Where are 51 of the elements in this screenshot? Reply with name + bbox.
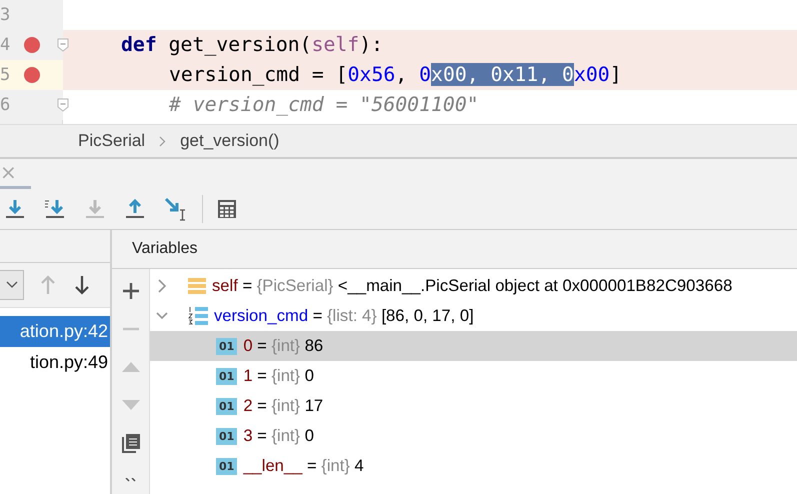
next-frame-button[interactable] — [72, 275, 92, 295]
breakpoint-icon[interactable] — [24, 37, 40, 53]
cursor-arrow-icon — [164, 197, 188, 221]
variable-entry: self = {PicSerial} <__main__.PicSerial object at 0x000001B82C903668 — [212, 276, 732, 296]
calculator-icon — [217, 199, 237, 219]
triangle-down-icon — [122, 400, 140, 410]
minus-icon — [122, 327, 138, 331]
chevron-icon — [159, 136, 166, 146]
code-line: def get_version(self): — [120, 32, 384, 58]
breadcrumb-item[interactable]: PicSerial — [78, 131, 146, 151]
copy-icon — [122, 434, 140, 452]
variable-entry: 0 = {int} 86 — [243, 336, 324, 356]
thread-dropdown[interactable] — [0, 270, 24, 300]
add-button[interactable] — [120, 281, 140, 301]
breadcrumb-item[interactable]: get_version() — [180, 131, 280, 151]
number-badge: 01 — [216, 368, 238, 384]
panel-title: Variables — [132, 240, 198, 258]
variable-entry: __len__ = {int} 4 — [243, 456, 364, 476]
variable-entry: 2 = {int} 17 — [243, 396, 324, 416]
chevron-right-icon[interactable] — [156, 279, 168, 293]
stack-frame[interactable]: tion.py:49 — [0, 347, 110, 378]
down-arrow-icon — [74, 275, 90, 295]
number-badge: 01 — [216, 338, 238, 354]
breakpoint-icon[interactable] — [24, 67, 40, 83]
code-line: version_cmd = [0x56, 0x00, 0x11, 0x00] — [168, 62, 622, 88]
list-icon — [188, 306, 208, 326]
variable-entry: 3 = {int} 0 — [243, 426, 314, 446]
stack-frame[interactable]: ation.py:42 — [0, 316, 110, 347]
object-icon — [188, 277, 206, 295]
down-arrow-icon — [84, 198, 106, 220]
code-line: # version_cmd = "56001100" — [168, 92, 479, 118]
variable-entry: 1 = {int} 0 — [243, 366, 314, 386]
number-badge: 01 — [216, 428, 238, 444]
number-badge: 01 — [216, 398, 238, 414]
double-chevron-icon — [124, 478, 136, 484]
fold-icon[interactable] — [57, 38, 69, 52]
line-number: 3 — [0, 5, 12, 25]
up-arrow-icon — [124, 198, 146, 220]
up-arrow-icon — [40, 275, 56, 295]
down-arrow-icon — [4, 198, 26, 220]
line-number: 5 — [0, 65, 12, 85]
number-badge: 01 — [216, 458, 238, 474]
chevron-down-icon — [6, 281, 18, 289]
line-number: 6 — [0, 95, 12, 115]
fold-icon[interactable] — [57, 98, 69, 112]
down-arrow-icon — [44, 198, 66, 220]
plus-icon — [122, 283, 138, 299]
variable-entry: version_cmd = {list: 4} [86, 0, 17, 0] — [214, 306, 474, 326]
copy-button[interactable] — [120, 433, 142, 453]
line-number: 4 — [0, 35, 12, 55]
triangle-up-icon — [122, 362, 140, 372]
